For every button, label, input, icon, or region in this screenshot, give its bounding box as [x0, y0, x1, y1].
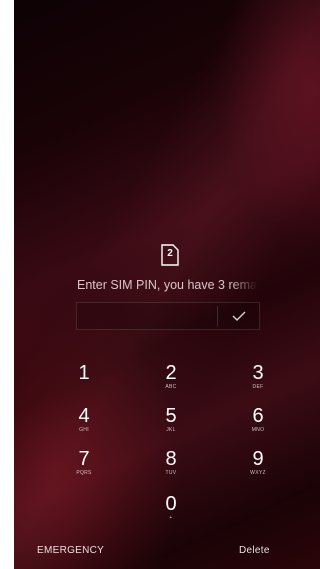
- key-0[interactable]: 0 +: [141, 493, 201, 537]
- key-8[interactable]: 8 TUV: [141, 448, 201, 492]
- emergency-button[interactable]: EMERGENCY: [37, 545, 104, 556]
- key-2[interactable]: 2 ABC: [141, 362, 201, 406]
- key-digit: 8: [165, 448, 177, 470]
- key-digit: 5: [165, 405, 177, 427]
- key-digit: 0: [165, 493, 177, 515]
- key-digit: 7: [78, 448, 90, 470]
- key-letters: +: [169, 515, 173, 521]
- key-letters: ABC: [165, 384, 177, 390]
- key-5[interactable]: 5 JKL: [141, 405, 201, 449]
- key-letters: MNO: [251, 427, 265, 433]
- key-digit: 4: [78, 405, 90, 427]
- key-9[interactable]: 9 WXYZ: [228, 448, 288, 492]
- key-digit: 2: [165, 362, 177, 384]
- key-letters: TUV: [165, 470, 177, 476]
- key-3[interactable]: 3 DEF: [228, 362, 288, 406]
- key-letters: WXYZ: [250, 470, 266, 476]
- pin-prompt: Enter SIM PIN, you have 3 remaining atte…: [14, 278, 320, 292]
- key-1[interactable]: 1: [54, 362, 114, 406]
- key-digit: 1: [78, 362, 90, 384]
- key-letters: GHI: [79, 427, 89, 433]
- delete-button[interactable]: Delete: [239, 545, 270, 556]
- sim-pin-lock-screen: 2 Enter SIM PIN, you have 3 remaining at…: [14, 0, 320, 569]
- check-icon: [232, 311, 245, 321]
- key-letters: PQRS: [76, 470, 92, 476]
- key-6[interactable]: 6 MNO: [228, 405, 288, 449]
- sim-slot-number: 2: [167, 248, 173, 259]
- pin-input[interactable]: [77, 303, 217, 329]
- key-digit: 9: [252, 448, 264, 470]
- pin-entry-box: [76, 302, 260, 330]
- confirm-button[interactable]: [218, 303, 259, 329]
- key-digit: 3: [252, 362, 264, 384]
- key-letters: JKL: [166, 427, 176, 433]
- key-digit: 6: [252, 405, 264, 427]
- key-7[interactable]: 7 PQRS: [54, 448, 114, 492]
- key-letters: DEF: [252, 384, 264, 390]
- pin-prompt-text: Enter SIM PIN, you have 3 remaining atte…: [77, 278, 257, 292]
- key-4[interactable]: 4 GHI: [54, 405, 114, 449]
